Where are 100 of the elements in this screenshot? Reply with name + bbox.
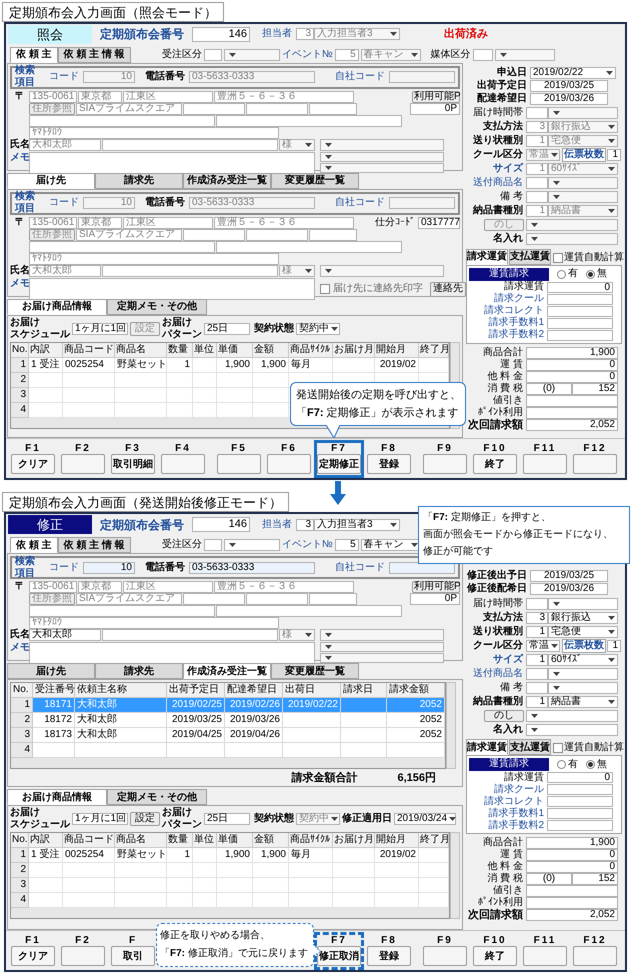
field-label: 配達希望日: [476, 92, 528, 105]
field-label: 6,156円: [397, 772, 436, 784]
field-label: 送り状種別: [472, 626, 524, 638]
column-header: 単価: [217, 342, 253, 358]
field-label: 自社コード: [335, 71, 385, 84]
field-label: パターン: [162, 819, 202, 831]
column-header: 終了月: [419, 833, 449, 848]
column-header: No.: [11, 683, 33, 698]
field-label: メモ: [10, 152, 28, 164]
field-label: ﾎﾟｲﾝﾄ利用: [477, 406, 524, 418]
field-label: 担当者: [262, 28, 292, 40]
column-header: 請求日: [341, 683, 387, 698]
field-label: 請求手数料2: [487, 820, 545, 830]
field-label: 検索項目: [15, 556, 35, 580]
function-key-label: F2: [75, 443, 91, 454]
field-label: 担当者: [262, 518, 292, 530]
row-header: 1: [11, 848, 29, 863]
column-header: 依頼主名称: [75, 683, 167, 698]
field-label: 契約状態: [254, 322, 294, 335]
field-label: お届け: [162, 807, 193, 819]
field-label: 伝票枚数: [562, 148, 606, 162]
function-key-label: F9: [437, 935, 453, 946]
field-label: 有: [568, 268, 578, 280]
column-header: 商品コード: [63, 833, 115, 848]
field-label: 備 考: [499, 682, 524, 694]
row-header: 2: [11, 372, 29, 388]
field-label: 〒: [14, 90, 26, 103]
section-header: 運賃請求: [469, 758, 549, 771]
field-label: サイズ: [492, 163, 524, 176]
field-label: 修正後配希日: [466, 583, 528, 595]
field-label: イベント№: [282, 48, 333, 61]
field-label: 修正適用日: [342, 813, 392, 825]
field-label: 値引き: [492, 885, 524, 896]
field-label: 請求運賃: [503, 772, 545, 782]
row-header: 4: [11, 893, 29, 908]
field-label: 値引き: [492, 394, 524, 406]
column-header: 数量: [167, 833, 193, 848]
field-label: 出荷予定日: [476, 80, 528, 92]
field-label: 自社コード: [335, 562, 385, 574]
field-label: 無: [597, 758, 607, 770]
field-label: 届け時間帯: [472, 107, 524, 120]
field-label: 請求手数料2: [487, 330, 545, 340]
callout-text: 発送開始後の定期を呼び出すと、: [296, 388, 460, 403]
field-label: 契約状態: [254, 813, 294, 825]
field-label: 運賃自動計算: [564, 742, 624, 754]
field-label: メモ: [10, 642, 28, 654]
column-header: 出荷予定日: [167, 683, 225, 698]
function-key-label: F1: [25, 443, 41, 454]
field-label: 名入れ: [492, 233, 524, 246]
column-header: 商品コード: [63, 342, 115, 358]
function-key-label: F: [128, 935, 138, 946]
field-label: 請求クール: [493, 294, 545, 304]
field-label: 消 費 税: [486, 382, 524, 395]
field-label: 自社コード: [335, 197, 385, 210]
field-label: ﾎﾟｲﾝﾄ利用: [477, 897, 524, 908]
function-key-label: F7: [331, 443, 347, 454]
table-cell: 1,900: [217, 358, 253, 373]
field-label: 有: [568, 758, 578, 770]
callout-text: 「F7: 定期修正」を押すと、: [423, 510, 552, 525]
function-key-label: F5: [231, 443, 247, 454]
field-label: 納品書種別: [472, 696, 524, 708]
table-cell: 2019/02: [375, 358, 419, 373]
function-key-label: F7: [331, 935, 347, 946]
row-header: 4: [11, 402, 29, 418]
row-header: 3: [11, 388, 29, 403]
field-label: 受注区分: [162, 48, 202, 61]
field-label: 名入れ: [492, 724, 524, 736]
table-cell: 1,900: [253, 358, 289, 373]
column-header: 開始月: [375, 833, 419, 848]
field-label: お届け: [10, 316, 41, 329]
table-cell: 2019/02: [375, 848, 419, 863]
field-label: 他 料 金: [486, 861, 524, 872]
row-header: 2: [11, 863, 29, 878]
column-header: 金額: [253, 342, 289, 358]
field-label: 受注区分: [162, 539, 202, 551]
function-key-label: F12: [583, 935, 607, 946]
field-label: 電話番号: [145, 71, 185, 84]
field-label: 備 考: [499, 191, 524, 204]
field-label: 運 賃: [499, 358, 524, 370]
field-label: 氏名: [10, 138, 28, 151]
function-key-label: F4: [175, 443, 191, 454]
field-label: 請求運賃: [503, 282, 545, 292]
column-header: 商品名: [115, 833, 167, 848]
field-label: 修正後出予日: [466, 570, 528, 582]
table-cell: 0025254: [63, 358, 115, 373]
column-header: 請求金額: [387, 683, 445, 698]
field-label: 〒: [14, 581, 26, 593]
table-cell: 野菜セット: [115, 848, 167, 863]
function-key-label: F12: [583, 443, 607, 454]
column-header: 単位: [193, 833, 217, 848]
field-label: 無: [597, 268, 607, 280]
column-header: 開始月: [375, 342, 419, 358]
column-header: No.: [11, 833, 29, 848]
field-label: お届け: [10, 807, 41, 819]
function-key-label: F6: [281, 443, 297, 454]
field-label: コード: [49, 197, 79, 210]
table-cell: 毎月: [289, 358, 333, 373]
field-label: 請求手数料1: [487, 318, 545, 328]
field-label: 申込日: [496, 66, 528, 79]
table-cell: 1: [167, 848, 193, 863]
